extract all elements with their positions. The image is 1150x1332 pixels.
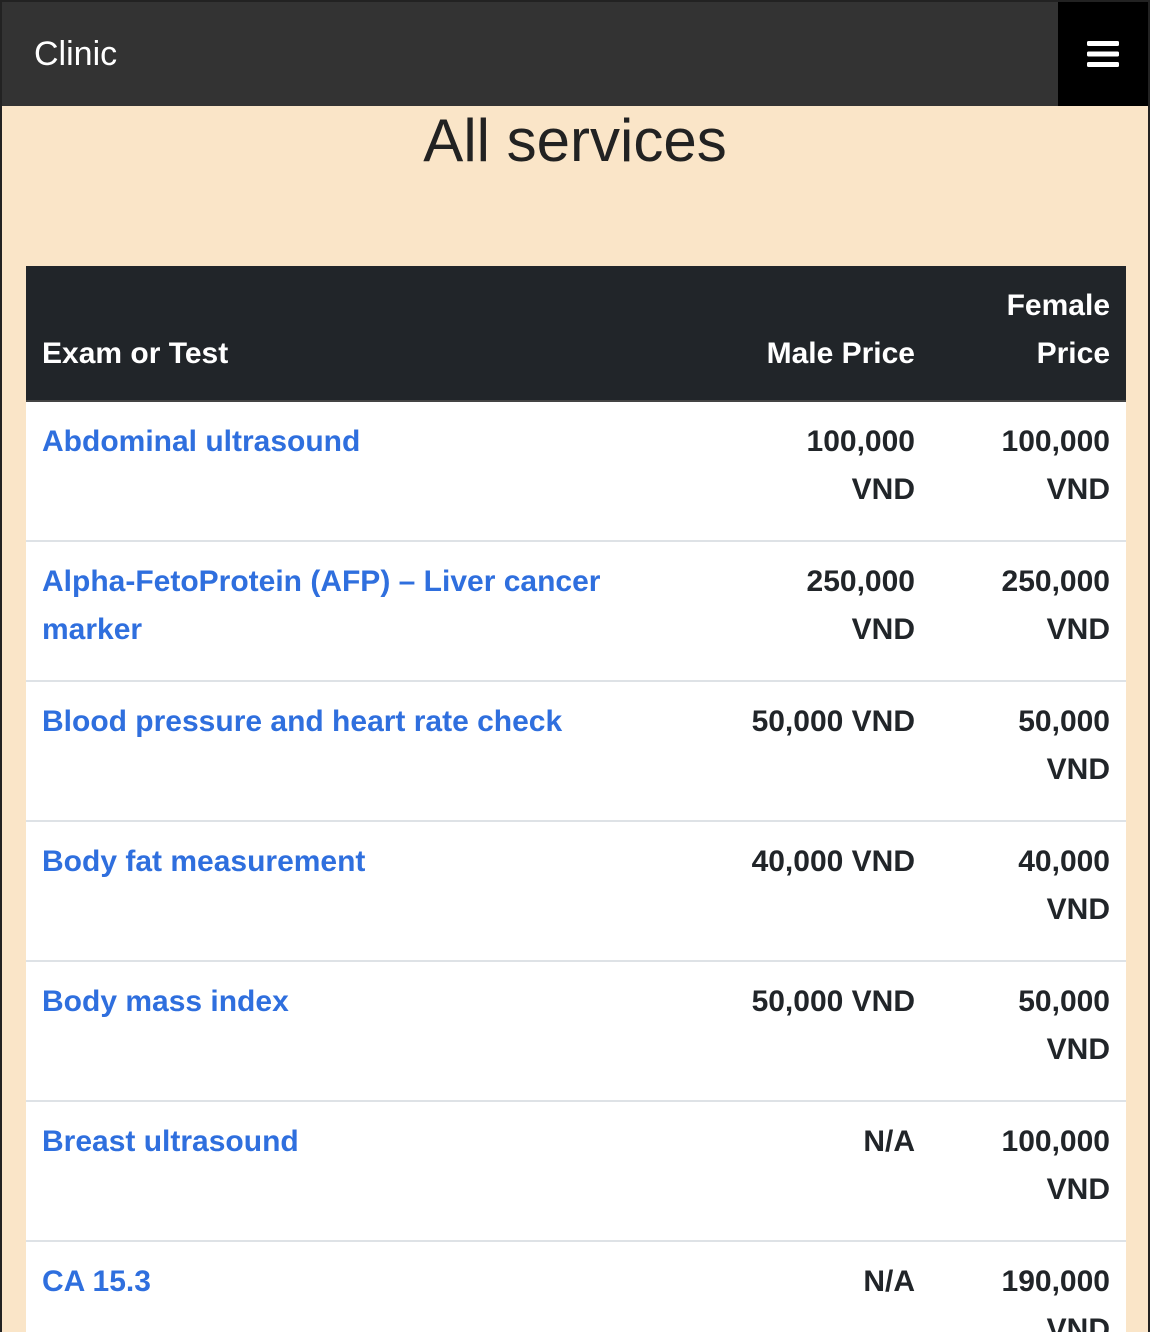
services-table-wrapper: Exam or Test Male Price Female Price Abd… xyxy=(26,266,1126,1332)
exam-link[interactable]: Breast ultrasound xyxy=(42,1125,299,1158)
services-table: Exam or Test Male Price Female Price Abd… xyxy=(26,266,1126,1332)
male-price-cell: 40,000 VND xyxy=(720,820,931,961)
table-header-row: Exam or Test Male Price Female Price xyxy=(26,266,1126,402)
male-price-cell: 50,000 VND xyxy=(720,960,931,1101)
male-price-cell: 250,000 VND xyxy=(720,540,931,681)
table-row: Blood pressure and heart rate check 50,0… xyxy=(26,680,1126,821)
male-price-cell: 100,000 VND xyxy=(806,425,915,506)
exam-cell: Breast ultrasound xyxy=(26,1100,720,1241)
exam-link[interactable]: CA 15.3 xyxy=(42,1265,151,1298)
male-price-cell: 50,000 VND xyxy=(720,680,931,821)
table-row: Alpha-FetoProtein (AFP) – Liver cancer m… xyxy=(26,540,1126,681)
header-female-price: Female Price xyxy=(931,266,1126,402)
hamburger-menu-icon xyxy=(1087,41,1119,67)
app-frame: Clinic All services Exam or Test Male Pr… xyxy=(0,0,1150,1332)
table-row: Body fat measurement 40,000 VND 40,000 V… xyxy=(26,820,1126,961)
female-price-cell: 100,000 VND xyxy=(931,1100,1126,1241)
table-row: Breast ultrasound N/A 100,000 VND xyxy=(26,1100,1126,1241)
exam-cell: Abdominal ultrasound xyxy=(26,401,720,541)
exam-cell: Body fat measurement xyxy=(26,820,720,961)
exam-cell: CA 15.3 xyxy=(26,1240,720,1332)
exam-cell: Blood pressure and heart rate check xyxy=(26,680,720,821)
exam-link[interactable]: Blood pressure and heart rate check xyxy=(42,705,562,738)
female-price-cell: 50,000 VND xyxy=(931,680,1126,821)
header-exam: Exam or Test xyxy=(26,266,720,402)
female-price-cell: 190,000 VND xyxy=(931,1240,1126,1332)
table-row: Body mass index 50,000 VND 50,000 VND xyxy=(26,960,1126,1101)
brand-link[interactable]: Clinic xyxy=(34,35,117,74)
header-male-price: Male Price xyxy=(720,266,931,402)
exam-link[interactable]: Body fat measurement xyxy=(42,845,365,878)
female-price-cell: 50,000 VND xyxy=(931,960,1126,1101)
table-row: Abdominal ultrasound 100,000 VND 100,000… xyxy=(26,401,1126,541)
table-body: Abdominal ultrasound 100,000 VND 100,000… xyxy=(26,401,1126,1332)
table-header: Exam or Test Male Price Female Price xyxy=(26,266,1126,402)
exam-cell: Body mass index xyxy=(26,960,720,1101)
exam-link[interactable]: Abdominal ultrasound xyxy=(42,425,360,458)
table-row: CA 15.3 N/A 190,000 VND xyxy=(26,1240,1126,1332)
female-price-cell: 250,000 VND xyxy=(931,540,1126,681)
exam-link[interactable]: Alpha-FetoProtein (AFP) – Liver cancer m… xyxy=(42,565,600,646)
exam-link[interactable]: Body mass index xyxy=(42,985,289,1018)
male-price-cell: N/A xyxy=(720,1240,931,1332)
page-title: All services xyxy=(423,107,727,174)
female-price-cell: 40,000 VND xyxy=(931,820,1126,961)
male-price-cell: N/A xyxy=(720,1100,931,1241)
menu-toggle-button[interactable] xyxy=(1058,2,1148,106)
female-price-cell: 100,000 VND xyxy=(1001,425,1110,506)
exam-cell: Alpha-FetoProtein (AFP) – Liver cancer m… xyxy=(26,540,720,681)
top-navbar: Clinic xyxy=(2,2,1148,106)
